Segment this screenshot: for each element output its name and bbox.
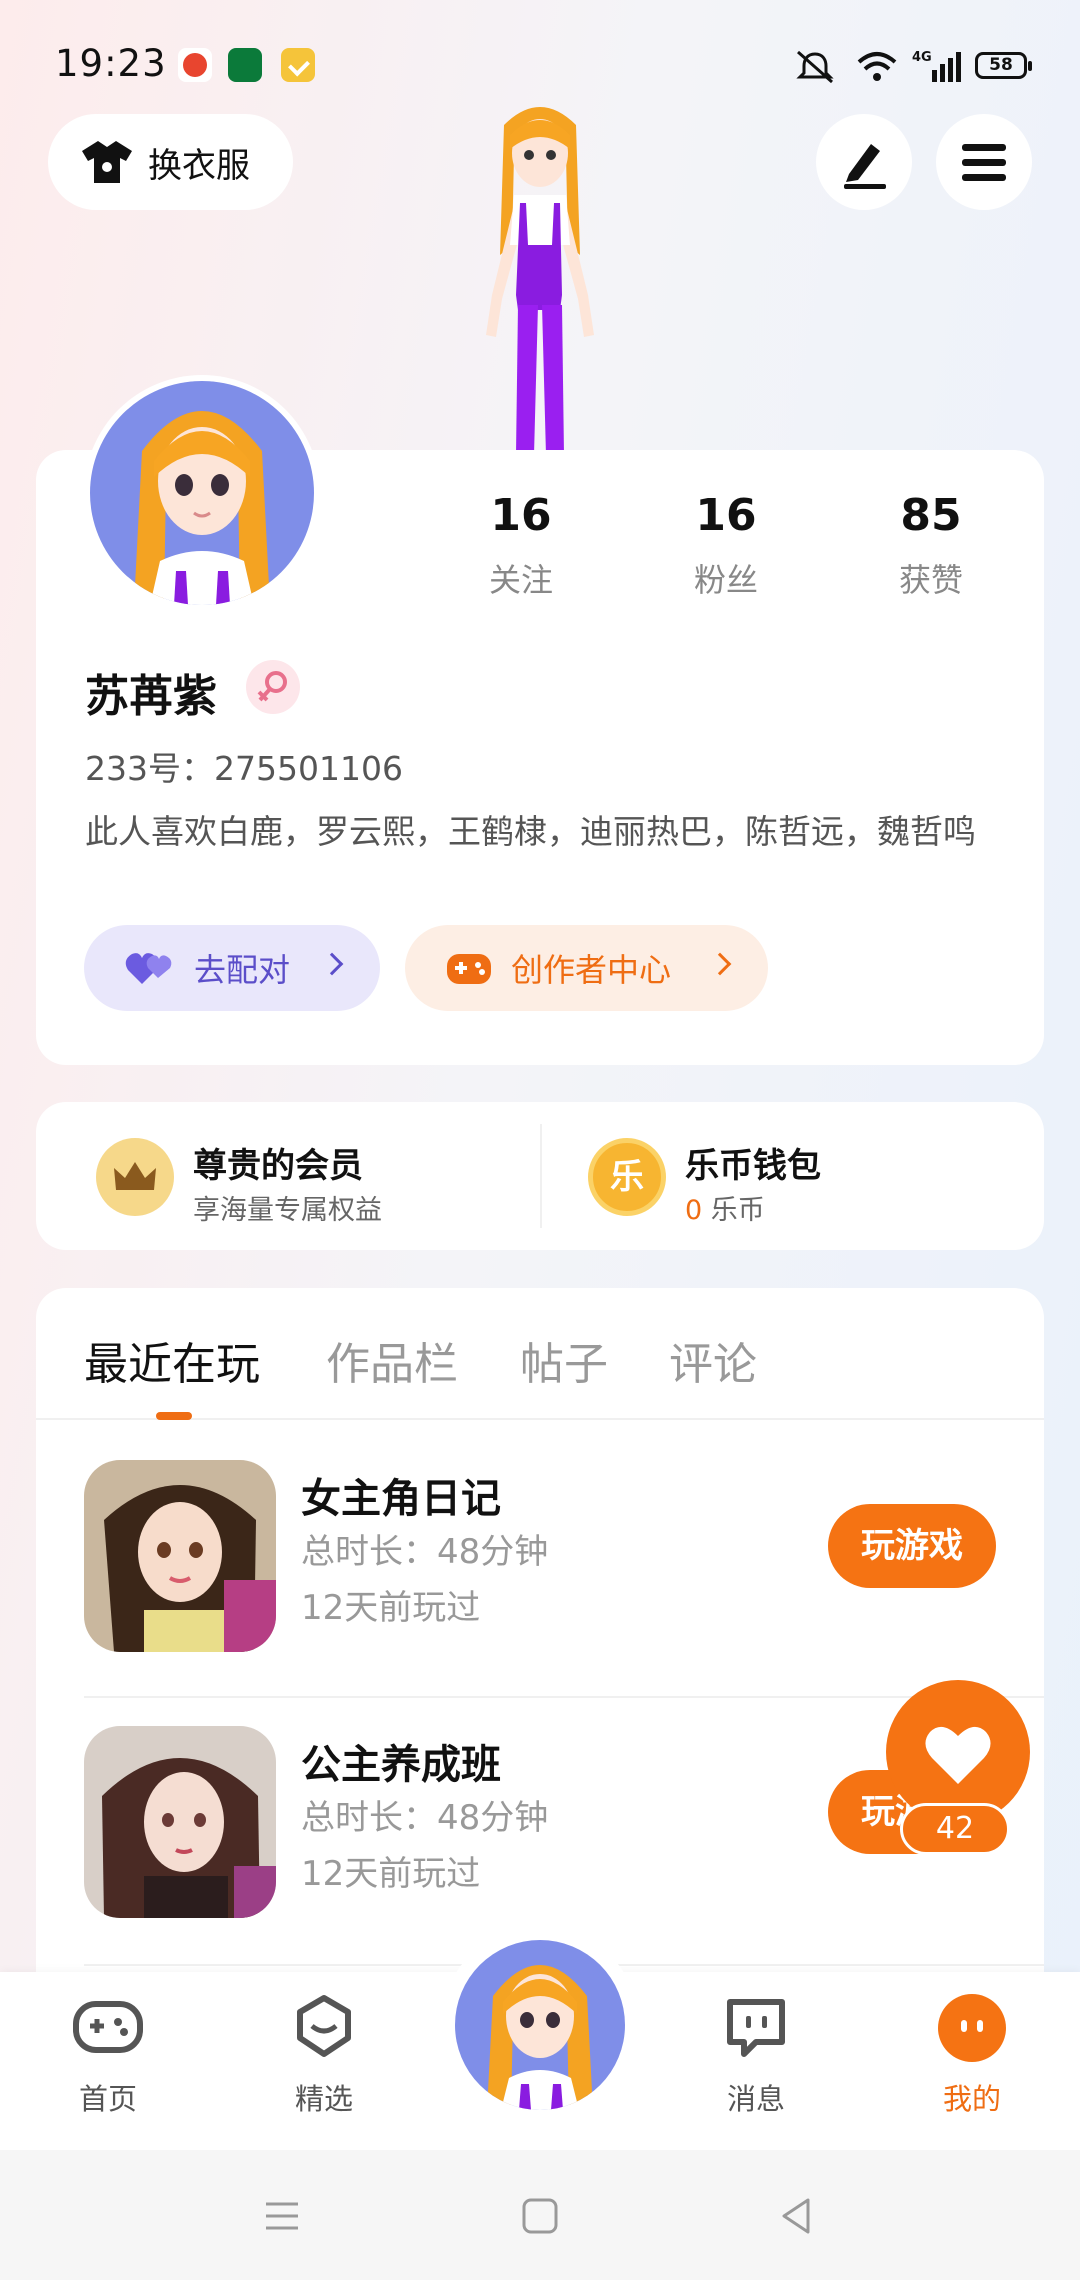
gamepad-icon [73, 2001, 143, 2053]
followers-label: 粉丝 [693, 561, 758, 599]
game-last-played: 12天前玩过 [301, 1588, 481, 1628]
notification-app-icon [178, 48, 212, 82]
play-game-button[interactable]: 玩游戏 [828, 1504, 996, 1588]
tab-recently-played[interactable]: 最近在玩 [84, 1328, 260, 1392]
tab-comments[interactable]: 评论 [669, 1328, 757, 1392]
game-cover-image [84, 1460, 276, 1652]
coin-count: 0 [685, 1195, 703, 1226]
nav-home[interactable]: 首页 [28, 1972, 188, 2150]
game-thumbnail[interactable] [84, 1726, 276, 1918]
status-time: 19:23 [55, 42, 167, 85]
change-outfit-label: 换衣服 [148, 145, 250, 186]
nav-featured[interactable]: 精选 [244, 1972, 404, 2150]
user-id: 233号：275501106 [85, 749, 403, 788]
tshirt-icon [82, 141, 132, 183]
recent-apps-icon[interactable] [262, 2196, 302, 2236]
battery-indicator: 58 [975, 52, 1032, 79]
nav-messages[interactable]: 消息 [676, 1972, 836, 2150]
game-cover-image [84, 1726, 276, 1918]
member-title[interactable]: 尊贵的会员 [193, 1138, 363, 1187]
edit-profile-button[interactable] [816, 114, 912, 210]
match-label: 去配对 [194, 951, 291, 989]
stat-following[interactable]: 16 关注 [456, 490, 586, 601]
stat-followers[interactable]: 16 粉丝 [661, 490, 791, 601]
username: 苏苒紫 [85, 671, 217, 722]
center-avatar-button[interactable] [441, 1926, 639, 2124]
following-label: 关注 [488, 561, 553, 599]
change-outfit-button[interactable]: 换衣服 [48, 114, 293, 210]
female-gender-icon [246, 660, 300, 714]
likes-label: 获赞 [898, 561, 963, 599]
nav-mine[interactable]: 我的 [892, 1972, 1052, 2150]
wallet-balance: 0 乐币 [685, 1188, 765, 1227]
vip-app-icon [281, 48, 315, 82]
coin-icon[interactable]: 乐 [588, 1138, 666, 1216]
game-title: 公主养成班 [301, 1742, 501, 1788]
likes-count: 85 [900, 490, 962, 541]
menu-button[interactable] [936, 114, 1032, 210]
profile-tabs: 最近在玩 作品栏 帖子 评论 [36, 1288, 1044, 1420]
match-button[interactable]: 去配对 [84, 925, 380, 1011]
like-count-badge: 42 [900, 1803, 1010, 1855]
creator-center-button[interactable]: 创作者中心 [405, 925, 768, 1011]
game-title: 女主角日记 [301, 1476, 501, 1522]
tab-posts[interactable]: 帖子 [520, 1328, 608, 1392]
message-icon [727, 1999, 785, 2057]
gamepad-icon [447, 954, 491, 984]
nav-home-label: 首页 [78, 2082, 137, 2116]
list-item[interactable]: 女主角日记 总时长：48分钟 12天前玩过 玩游戏 [36, 1420, 1044, 1686]
tab-indicator [156, 1412, 192, 1420]
hamburger-menu-icon [962, 144, 1006, 181]
oppo-app-icon [228, 48, 262, 82]
coin-unit: 乐币 [702, 1195, 765, 1226]
chevron-right-icon [708, 952, 732, 976]
creator-center-label: 创作者中心 [511, 951, 672, 989]
stat-likes[interactable]: 85 获赞 [866, 490, 996, 601]
wifi-icon [857, 52, 897, 81]
avatar-image [90, 381, 314, 605]
double-heart-icon [125, 953, 172, 984]
game-duration: 总时长：48分钟 [301, 1532, 549, 1572]
heart-chat-icon [297, 1995, 351, 2057]
back-icon[interactable] [776, 2196, 816, 2236]
wallet-title[interactable]: 乐币钱包 [685, 1138, 821, 1187]
system-navigation-bar [0, 2150, 1080, 2280]
game-thumbnail[interactable] [84, 1460, 276, 1652]
avatar[interactable] [84, 375, 320, 611]
avatar-3d-figure[interactable] [430, 95, 650, 455]
avatar-image [455, 1940, 625, 2110]
followers-count: 16 [695, 490, 757, 541]
svg-text:4G: 4G [912, 50, 932, 65]
game-last-played: 12天前玩过 [301, 1854, 481, 1894]
home-icon[interactable] [520, 2196, 560, 2236]
member-subtitle: 享海量专属权益 [193, 1195, 382, 1226]
nav-mine-label: 我的 [942, 2082, 1001, 2116]
crown-icon[interactable] [96, 1138, 174, 1216]
recent-games-card: 最近在玩 作品栏 帖子 评论 女主角日记 总时长：48分钟 12天前玩过 玩游戏 [36, 1288, 1044, 1988]
signal-icon: 4G [912, 50, 961, 82]
pen-icon [844, 144, 886, 189]
profile-face-icon [938, 1994, 1006, 2062]
vip-divider [540, 1124, 542, 1228]
following-count: 16 [490, 490, 552, 541]
mute-bell-icon [796, 50, 834, 84]
nav-messages-label: 消息 [726, 2082, 785, 2116]
chevron-right-icon [320, 952, 344, 976]
nav-featured-label: 精选 [294, 2082, 353, 2116]
tab-works[interactable]: 作品栏 [326, 1328, 458, 1392]
user-bio: 此人喜欢白鹿，罗云熙，王鹤棣，迪丽热巴，陈哲远，魏哲鸣 [85, 812, 976, 851]
game-duration: 总时长：48分钟 [301, 1798, 549, 1838]
